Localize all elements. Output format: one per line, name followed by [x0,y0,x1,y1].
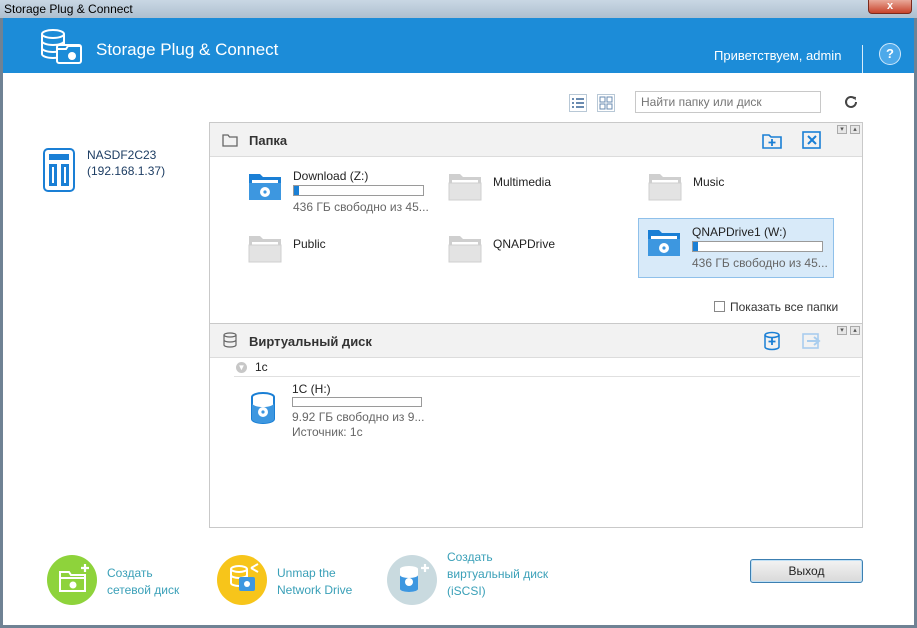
action-label-line: (iSCSI) [447,584,486,598]
folders-panel-title: Папка [249,133,288,148]
virtual-disk-icon [251,392,275,424]
panel-expand-button[interactable]: ▴ [850,125,860,134]
usage-bar [292,397,422,407]
folder-name: Download (Z:) [293,169,369,183]
close-button[interactable]: x [868,0,912,14]
usage-bar [293,185,424,196]
nas-device-label[interactable]: NASDF2C23 (192.168.1.37) [87,147,165,179]
folder-item-download[interactable]: Download (Z:) 436 ГБ свободно из 45... [240,163,436,223]
folder-item-qnapdrive1[interactable]: QNAPDrive1 (W:) 436 ГБ свободно из 45... [638,218,834,278]
panel-collapse-button[interactable]: ▾ [837,125,847,134]
title-bar: Storage Plug & Connect x [0,0,917,18]
create-network-drive-action[interactable]: Создать сетевой диск [47,551,197,611]
welcome-text[interactable]: Приветствуем, admin [714,48,841,63]
folder-icon [448,174,482,201]
action-label-line: Unmap the [277,566,336,580]
folder-free-space: 436 ГБ свободно из 45... [293,200,429,214]
folder-icon [648,174,682,201]
create-virtual-disk-action[interactable]: Создать виртуальный диск (iSCSI) [387,549,577,611]
grid-view-icon[interactable] [597,94,615,112]
usage-bar [692,241,823,252]
storage-logo-icon [41,29,82,64]
unmap-network-drive-button[interactable] [217,555,267,605]
panel-expand-button[interactable]: ▴ [850,326,860,335]
create-network-drive-button[interactable] [47,555,97,605]
mapped-folder-icon [249,174,281,200]
delete-folder-icon[interactable] [802,130,822,150]
header-divider [862,45,863,73]
folder-icon [248,236,282,263]
app-header: Storage Plug & Connect Приветствуем, adm… [3,18,914,73]
create-virtual-disk-label[interactable]: Создать виртуальный диск (iSCSI) [447,549,548,600]
virtual-disk-panel: Виртуальный диск ▾ ▴ ▼ 1c 1C (H:) 9.92 Г… [209,323,863,528]
nas-ip: (192.168.1.37) [87,164,166,178]
nas-device-icon[interactable] [43,148,75,192]
app-window: Storage Plug & Connect x Storage Plug & … [0,0,917,628]
search-input[interactable] [635,91,821,113]
folders-panel: Папка ▾ ▴ Download (Z:) 436 ГБ свободно … [209,122,863,324]
disk-group-name: 1c [255,360,268,374]
help-button[interactable]: ? [879,43,901,65]
add-virtual-disk-icon [400,564,429,592]
disconnect-disk-icon[interactable] [802,331,822,351]
folder-icon [448,236,482,263]
unmap-drive-icon [230,563,259,591]
folder-item-public[interactable]: Public [240,225,436,285]
virtual-disk-item[interactable]: 1C (H:) 9.92 ГБ свободно из 9... Источни… [246,382,466,442]
virtual-disk-name: 1C (H:) [292,382,331,396]
unmap-network-drive-action[interactable]: Unmap the Network Drive [217,551,377,611]
unmap-network-drive-label[interactable]: Unmap the Network Drive [277,565,352,599]
show-all-folders-checkbox[interactable]: Показать все папки [714,300,838,314]
action-label-line: Создать [107,566,153,580]
usage-bar-fill [294,186,300,195]
action-label-line: сетевой диск [107,583,180,597]
folder-outline-icon [222,134,238,147]
disk-group-row[interactable]: ▼ 1c [234,359,860,377]
client-area: Storage Plug & Connect Приветствуем, adm… [3,18,914,625]
folder-name: QNAPDrive [493,237,556,251]
refresh-icon[interactable] [843,94,859,110]
checkbox-box[interactable] [714,301,725,312]
folder-name: Public [293,237,326,251]
virtual-panel-header: Виртуальный диск ▾ ▴ [210,324,862,358]
new-folder-icon[interactable] [762,130,782,150]
panel-collapse-button[interactable]: ▾ [837,326,847,335]
folder-free-space: 436 ГБ свободно из 45... [692,256,828,270]
action-label-line: Network Drive [277,583,353,597]
folder-name: QNAPDrive1 (W:) [692,225,787,239]
folders-panel-header: Папка ▾ ▴ [210,123,862,157]
action-label-line: виртуальный диск [447,567,549,581]
folder-item-music[interactable]: Music [640,163,836,223]
show-all-label: Показать все папки [730,300,839,314]
folder-item-multimedia[interactable]: Multimedia [440,163,636,223]
window-title: Storage Plug & Connect [4,2,133,16]
database-icon [223,332,237,348]
virtual-panel-title: Виртуальный диск [249,334,372,349]
mapped-folder-icon [648,230,680,256]
chevron-down-icon[interactable]: ▼ [236,362,247,373]
action-label-line: Создать [447,550,493,564]
nas-name: NASDF2C23 [87,148,157,162]
create-network-drive-label[interactable]: Создать сетевой диск [107,565,179,599]
virtual-disk-free-space: 9.92 ГБ свободно из 9... [292,410,425,424]
add-virtual-disk-icon[interactable] [762,331,782,351]
folder-item-qnapdrive[interactable]: QNAPDrive [440,225,636,285]
list-view-icon[interactable] [569,94,587,112]
exit-button[interactable]: Выход [750,559,863,583]
app-name: Storage Plug & Connect [96,40,279,59]
folder-name: Multimedia [493,175,552,189]
folder-name: Music [693,175,725,189]
virtual-disk-source: Источник: 1c [292,425,363,439]
add-network-drive-icon [59,564,89,592]
usage-bar-fill [693,242,699,251]
create-virtual-disk-button[interactable] [387,555,437,605]
